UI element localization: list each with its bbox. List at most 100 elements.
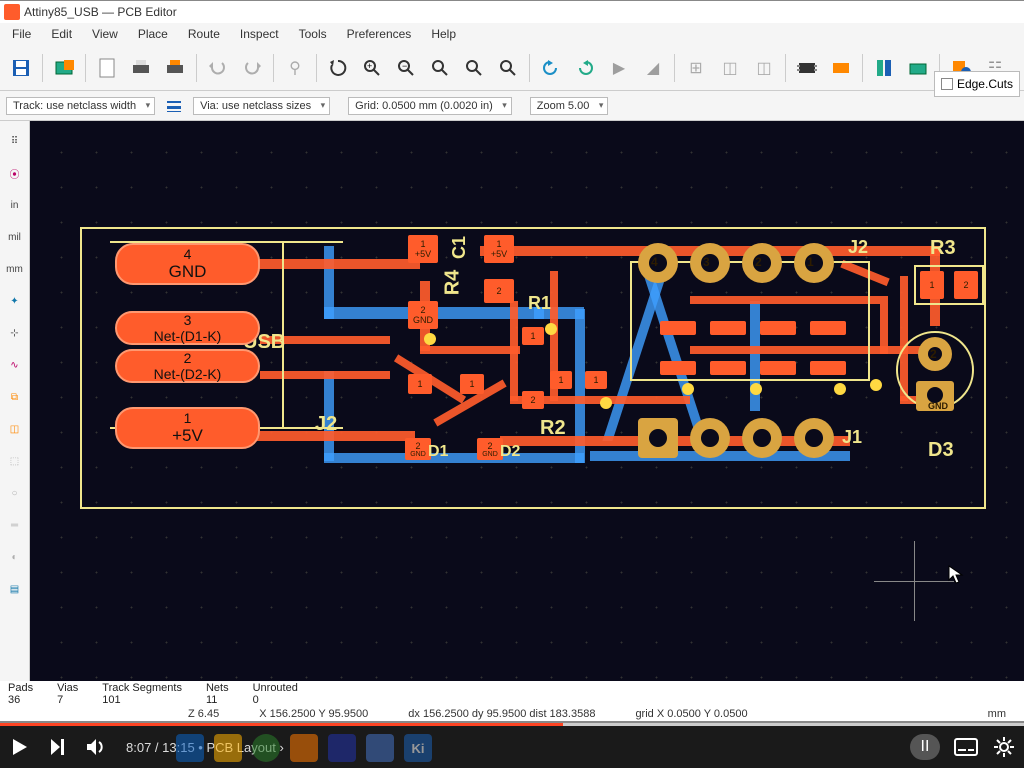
header-top-pad[interactable]	[794, 243, 834, 283]
ratsnest-curved-icon[interactable]: ∿	[3, 353, 27, 377]
mirror-v-icon[interactable]: ◢	[638, 53, 668, 83]
via[interactable]	[424, 333, 436, 345]
d3-pad-2[interactable]	[918, 337, 952, 371]
ic-pad[interactable]	[810, 321, 846, 335]
next-icon[interactable]	[46, 735, 70, 759]
smd-pad[interactable]: 1	[408, 374, 432, 394]
captions-icon[interactable]	[954, 735, 978, 759]
usb-pad-3[interactable]: 3 Net-(D1-K)	[115, 311, 260, 345]
kicad-icon[interactable]: Ki	[404, 734, 432, 762]
ic-pad[interactable]	[660, 321, 696, 335]
layer-checkbox[interactable]	[941, 78, 953, 90]
unit-in[interactable]: in	[3, 193, 27, 217]
polar-icon[interactable]: ⦿	[3, 161, 27, 185]
zoom-sel-icon[interactable]	[493, 53, 523, 83]
pad-d2-2[interactable]: 2GND	[477, 438, 503, 460]
menu-file[interactable]: File	[6, 25, 37, 43]
smd-pad[interactable]: 1	[550, 371, 572, 389]
zoom-in-icon[interactable]: +	[357, 53, 387, 83]
mirror-h-icon[interactable]: ▶	[604, 53, 634, 83]
via[interactable]	[750, 383, 762, 395]
menu-tools[interactable]: Tools	[293, 25, 333, 43]
grid-dots-icon[interactable]: ⠿	[3, 129, 27, 153]
layer-selector[interactable]: Edge.Cuts	[934, 71, 1020, 97]
play-icon[interactable]	[8, 735, 32, 759]
ic-pad[interactable]	[660, 361, 696, 375]
contrast-icon[interactable]: ◐	[3, 545, 27, 569]
page-settings-icon[interactable]	[92, 53, 122, 83]
zone-outline-icon[interactable]: ◫	[3, 417, 27, 441]
menu-help[interactable]: Help	[425, 25, 462, 43]
volume-icon[interactable]	[84, 735, 108, 759]
via-outline-icon[interactable]: ○	[3, 481, 27, 505]
header-top-pad[interactable]	[690, 243, 730, 283]
cursor-shape-icon[interactable]: ✦	[3, 289, 27, 313]
vlc-icon[interactable]	[290, 734, 318, 762]
smd-pad[interactable]: 1	[522, 327, 544, 345]
usb-pad-4[interactable]: 4 GND	[115, 243, 260, 285]
menu-place[interactable]: Place	[132, 25, 174, 43]
track-outline-icon[interactable]: ═	[3, 513, 27, 537]
pcb-canvas[interactable]: USB J2 4 GND 3 Net-(D1-K) 2 Net-(D2-K) 1…	[30, 121, 1024, 681]
menu-inspect[interactable]: Inspect	[234, 25, 285, 43]
files-icon[interactable]	[214, 734, 242, 762]
header-bot-pad[interactable]	[742, 418, 782, 458]
menu-edit[interactable]: Edit	[45, 25, 78, 43]
layers-manager-icon[interactable]: ▤	[3, 577, 27, 601]
menu-view[interactable]: View	[86, 25, 124, 43]
update-pcb-icon[interactable]	[826, 53, 856, 83]
usb-pad-2[interactable]: 2 Net-(D2-K)	[115, 349, 260, 383]
show-ratsnest-icon[interactable]: ⊞	[681, 53, 711, 83]
print-icon[interactable]	[126, 53, 156, 83]
zoom-obj-icon[interactable]	[459, 53, 489, 83]
pad-r4-2[interactable]: 2	[484, 279, 514, 303]
pad-d1-2[interactable]: 2GND	[405, 438, 431, 460]
header-top-pad[interactable]	[638, 243, 678, 283]
unfill-zones-icon[interactable]: ◫	[749, 53, 779, 83]
pause-pill-icon[interactable]: II	[910, 734, 940, 760]
track-width-dropdown[interactable]: Track: use netclass width	[6, 97, 155, 115]
save-icon[interactable]	[6, 53, 36, 83]
via[interactable]	[870, 379, 882, 391]
fill-zones-icon[interactable]: ◫	[715, 53, 745, 83]
ic-pad[interactable]	[710, 361, 746, 375]
via-size-dropdown[interactable]: Via: use netclass sizes	[193, 97, 330, 115]
zone-display-icon[interactable]: ⧉	[3, 385, 27, 409]
via[interactable]	[834, 383, 846, 395]
redo-icon[interactable]	[237, 53, 267, 83]
settings-gear-icon[interactable]	[992, 735, 1016, 759]
ic-pad[interactable]	[710, 321, 746, 335]
smd-pad[interactable]: 1	[460, 374, 484, 394]
via[interactable]	[682, 383, 694, 395]
app-icon[interactable]	[366, 734, 394, 762]
find-icon[interactable]: ⚲	[280, 53, 310, 83]
grid-dropdown[interactable]: Grid: 0.0500 mm (0.0020 in)	[348, 97, 512, 115]
refresh-icon[interactable]	[323, 53, 353, 83]
ic-pad[interactable]	[810, 361, 846, 375]
zoom-fit-icon[interactable]	[425, 53, 455, 83]
menu-route[interactable]: Route	[182, 25, 226, 43]
smd-pad[interactable]: 1	[585, 371, 607, 389]
menu-preferences[interactable]: Preferences	[341, 25, 418, 43]
chrome-icon[interactable]	[252, 734, 280, 762]
header-top-pad[interactable]	[742, 243, 782, 283]
zoom-out-icon[interactable]: −	[391, 53, 421, 83]
via[interactable]	[545, 323, 557, 335]
undo-icon[interactable]	[203, 53, 233, 83]
unit-mm[interactable]: mm	[3, 257, 27, 281]
header-bot-pad[interactable]	[794, 418, 834, 458]
via[interactable]	[600, 397, 612, 409]
pad-c1-2[interactable]: 2GND	[408, 301, 438, 329]
ratsnest-lines-icon[interactable]: ⊹	[3, 321, 27, 345]
ic-pad[interactable]	[760, 361, 796, 375]
footprint-editor-icon[interactable]	[792, 53, 822, 83]
zoom-dropdown[interactable]: Zoom 5.00	[530, 97, 609, 115]
header-bot-pad[interactable]	[690, 418, 730, 458]
smd-pad[interactable]: 2	[522, 391, 544, 409]
drc-icon[interactable]	[869, 53, 899, 83]
word-icon[interactable]	[328, 734, 356, 762]
unit-mil[interactable]: mil	[3, 225, 27, 249]
pad-outline-icon[interactable]: ⬚	[3, 449, 27, 473]
rotate-cw-icon[interactable]	[570, 53, 600, 83]
board-setup-icon[interactable]	[49, 53, 79, 83]
